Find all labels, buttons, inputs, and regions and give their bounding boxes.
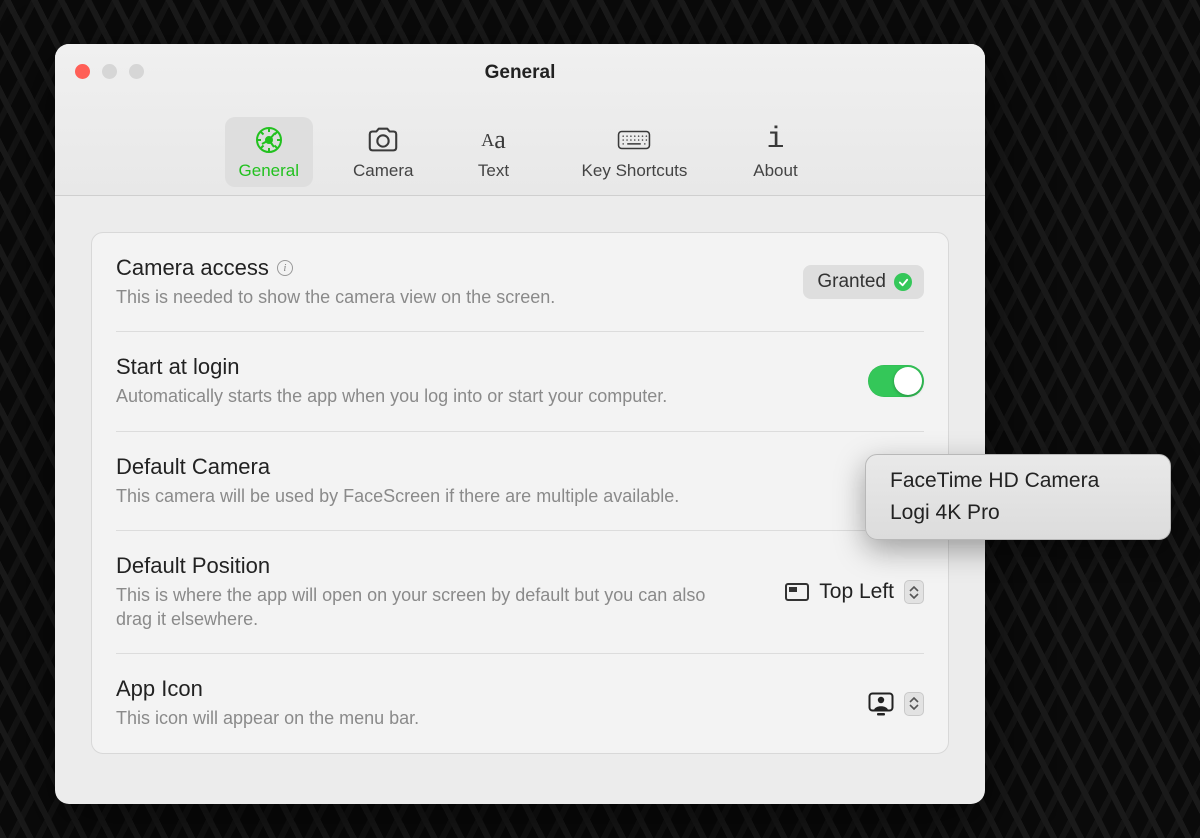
toggle-knob [894,367,922,395]
selected-value: Top Left [819,580,894,604]
info-icon: i [758,125,792,155]
row-app-icon: App Icon This icon will appear on the me… [116,654,924,752]
gear-icon [252,125,286,155]
chevron-up-down-icon [904,580,924,604]
tab-label: Text [478,161,509,181]
window-title: General [55,62,985,84]
setting-desc: This camera will be used by FaceScreen i… [116,484,736,508]
info-icon[interactable]: i [277,260,293,276]
setting-desc: This icon will appear on the menu bar. [116,706,736,730]
tab-label: About [753,161,797,181]
tab-about[interactable]: i About [735,117,815,187]
setting-title: Default Camera [116,454,270,480]
tab-label: Key Shortcuts [582,161,688,181]
camera-icon [366,125,400,155]
tab-key-shortcuts[interactable]: Key Shortcuts [559,117,709,187]
tab-label: Camera [353,161,413,181]
default-position-popup[interactable]: Top Left [785,580,924,604]
preferences-toolbar: General Camera Aa Text [55,117,985,187]
app-icon-popup[interactable] [868,692,924,716]
setting-title: Camera access [116,255,269,281]
tab-label: General [239,161,299,181]
default-camera-menu: FaceTime HD Camera Logi 4K Pro [865,454,1171,540]
text-icon: Aa [476,125,510,155]
start-at-login-toggle[interactable] [868,365,924,397]
content-area: Camera access i This is needed to show t… [55,196,985,790]
tab-general[interactable]: General [225,117,313,187]
settings-card: Camera access i This is needed to show t… [91,232,949,754]
preferences-window: General General [55,44,985,804]
camera-access-status-pill[interactable]: Granted [803,265,924,299]
chevron-up-down-icon [904,692,924,716]
tab-text[interactable]: Aa Text [453,117,533,187]
row-camera-access: Camera access i This is needed to show t… [116,233,924,332]
setting-title: App Icon [116,676,203,702]
setting-title: Default Position [116,553,270,579]
row-default-camera: Default Camera This camera will be used … [116,432,924,531]
checkmark-icon [894,273,912,291]
status-label: Granted [817,271,886,293]
setting-title: Start at login [116,354,240,380]
tab-camera[interactable]: Camera [339,117,427,187]
camera-option[interactable]: Logi 4K Pro [866,497,1170,529]
row-start-at-login: Start at login Automatically starts the … [116,332,924,431]
row-default-position: Default Position This is where the app w… [116,531,924,655]
camera-option[interactable]: FaceTime HD Camera [866,465,1170,497]
setting-desc: This is where the app will open on your … [116,583,736,632]
setting-desc: This is needed to show the camera view o… [116,285,736,309]
titlebar: General General [55,44,985,196]
keyboard-icon [617,125,651,155]
setting-desc: Automatically starts the app when you lo… [116,384,736,408]
person-in-frame-icon [868,692,894,716]
position-top-left-icon [785,583,809,601]
